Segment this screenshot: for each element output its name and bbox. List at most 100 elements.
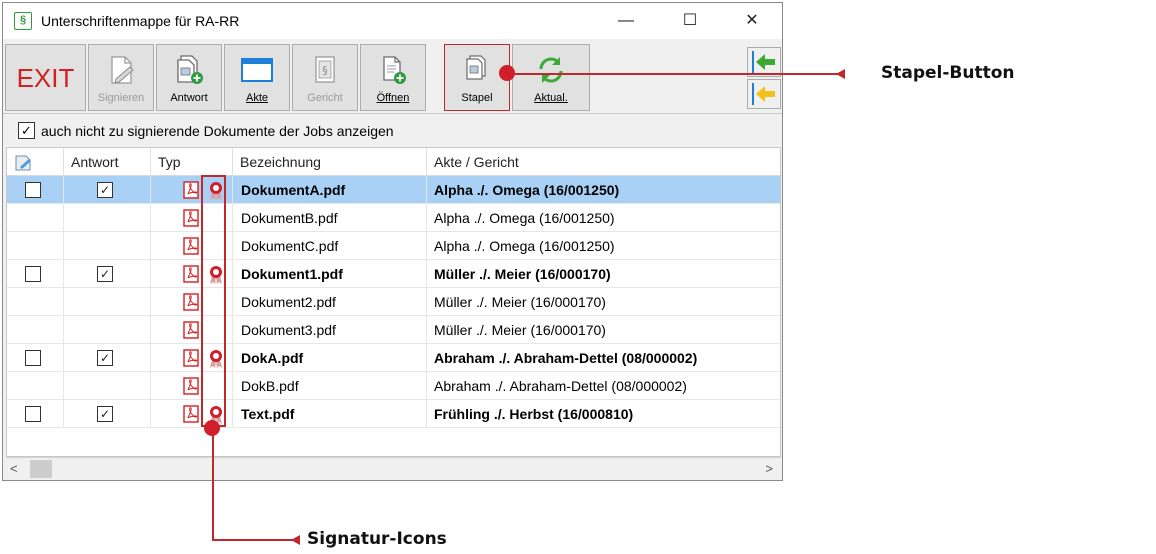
stapel-callout-line [507, 73, 842, 75]
document-name[interactable]: DokumentB.pdf [233, 204, 427, 232]
table-row[interactable]: Dokument3.pdf Müller ./. Meier (16/000170… [7, 316, 780, 344]
open-button[interactable]: Öffnen [360, 44, 426, 111]
table-header: Antwort Typ Bezeichnung Akte / Gericht [7, 148, 780, 176]
court-button-label: Gericht [307, 92, 343, 104]
case-name[interactable]: Alpha ./. Omega (16/001250) [427, 232, 780, 260]
document-name[interactable]: Dokument1.pdf [233, 260, 427, 288]
case-name[interactable]: Alpha ./. Omega (16/001250) [427, 176, 780, 204]
open-button-label: Öffnen [376, 92, 410, 104]
refresh-icon [539, 57, 563, 83]
app-paragraph-icon: § [14, 12, 32, 30]
filter-bar: ✓ auch nicht zu signierende Dokumente de… [3, 115, 782, 147]
answer-button-label: Antwort [170, 92, 208, 104]
case-name[interactable]: Müller ./. Meier (16/000170) [427, 316, 780, 344]
table-row[interactable]: ✓ Dokument1.pdf Müller ./. Meier (16/00017… [7, 260, 780, 288]
answer-checkbox[interactable]: ✓ [97, 406, 113, 422]
table-row[interactable]: ✓ Text.pdf Frühling ./. Herbst (16/000810) [7, 400, 780, 428]
case-name[interactable]: Abraham ./. Abraham-Dettel (08/000002) [427, 344, 780, 372]
document-name[interactable]: Dokument3.pdf [233, 316, 427, 344]
sign-cell [7, 344, 64, 372]
horizontal-scrollbar[interactable]: < > [6, 457, 781, 480]
answer-cell [64, 316, 151, 344]
case-name[interactable]: Müller ./. Meier (16/000170) [427, 260, 780, 288]
pdf-icon [183, 293, 199, 311]
folder-icon [241, 58, 273, 82]
table-row[interactable]: DokumentC.pdf Alpha ./. Omega (16/001250) [7, 232, 780, 260]
case-name[interactable]: Müller ./. Meier (16/000170) [427, 288, 780, 316]
table-row[interactable]: ✓ DokumentA.pdf Alpha ./. Omega (16/001250… [7, 176, 780, 204]
pdf-icon [183, 209, 199, 227]
show-all-checkbox[interactable]: ✓ [18, 122, 35, 139]
document-name[interactable]: DokA.pdf [233, 344, 427, 372]
answer-cell: ✓ [64, 344, 151, 372]
case-name[interactable]: Alpha ./. Omega (16/001250) [427, 204, 780, 232]
case-button-label: Akte [245, 92, 268, 104]
document-name[interactable]: DokumentA.pdf [233, 176, 427, 204]
scroll-right-icon[interactable]: > [765, 461, 773, 476]
column-header-case[interactable]: Akte / Gericht [427, 148, 780, 176]
court-doc-icon: § [315, 56, 335, 83]
case-button[interactable]: Akte [224, 44, 290, 111]
column-header-answer[interactable]: Antwort [64, 148, 151, 176]
refresh-button-label: Aktual. [534, 92, 568, 104]
court-button[interactable]: § Gericht [292, 44, 358, 111]
table-row[interactable]: Dokument2.pdf Müller ./. Meier (16/000170… [7, 288, 780, 316]
table-row[interactable]: DokumentB.pdf Alpha ./. Omega (16/001250) [7, 204, 780, 232]
doc-open-icon [383, 56, 406, 84]
answer-checkbox[interactable]: ✓ [97, 182, 113, 198]
answer-cell [64, 288, 151, 316]
answer-cell [64, 204, 151, 232]
table-row[interactable]: DokB.pdf Abraham ./. Abraham-Dettel (08/0… [7, 372, 780, 400]
answer-cell [64, 232, 151, 260]
signature-icons-highlight [201, 175, 226, 427]
document-name[interactable]: DokB.pdf [233, 372, 427, 400]
sign-button[interactable]: Signieren [88, 44, 154, 111]
answer-cell: ✓ [64, 400, 151, 428]
minimize-button[interactable]: — [603, 3, 649, 39]
side-panel-arrows [747, 45, 781, 109]
sign-checkbox[interactable] [25, 350, 41, 366]
exit-button[interactable]: EXIT [5, 44, 86, 111]
column-header-sign[interactable] [7, 148, 64, 176]
window-title: Unterschriftenmappe für RA-RR [41, 13, 240, 29]
sign-pen-icon [111, 56, 134, 84]
svg-text:§: § [322, 64, 328, 77]
close-button[interactable]: ✕ [729, 3, 775, 39]
table-row[interactable]: ✓ DokA.pdf Abraham ./. Abraham-Dettel (08/… [7, 344, 780, 372]
signature-callout-dot [204, 420, 220, 436]
scroll-left-icon[interactable]: < [10, 461, 18, 476]
sign-checkbox[interactable] [25, 266, 41, 282]
maximize-button[interactable]: ☐ [667, 3, 713, 39]
doc-add-icon [177, 55, 203, 84]
sign-column-icon [15, 155, 31, 171]
exit-button-label: EXIT [16, 63, 75, 93]
refresh-button[interactable]: Aktual. [512, 44, 590, 111]
sign-cell [7, 400, 64, 428]
pdf-icon [183, 265, 199, 283]
answer-cell [64, 372, 151, 400]
column-header-name[interactable]: Bezeichnung [233, 148, 427, 176]
answer-checkbox[interactable]: ✓ [97, 350, 113, 366]
answer-button[interactable]: Antwort [156, 44, 222, 111]
case-name[interactable]: Abraham ./. Abraham-Dettel (08/000002) [427, 372, 780, 400]
pdf-icon [183, 405, 199, 423]
sign-checkbox[interactable] [25, 182, 41, 198]
document-name[interactable]: DokumentC.pdf [233, 232, 427, 260]
sign-checkbox[interactable] [25, 406, 41, 422]
column-header-type[interactable]: Typ [151, 148, 233, 176]
stapel-callout-dot [499, 65, 515, 81]
stapel-callout-label: Stapel-Button [881, 63, 1015, 83]
answer-checkbox[interactable]: ✓ [97, 266, 113, 282]
pdf-icon [183, 181, 199, 199]
signature-callout-arrow [291, 535, 300, 545]
answer-cell: ✓ [64, 260, 151, 288]
toolbar: EXIT Signieren Antwort Akte § Gericht Öf… [3, 41, 782, 114]
document-name[interactable]: Text.pdf [233, 400, 427, 428]
expand-panel-button[interactable] [747, 79, 781, 109]
scroll-thumb[interactable] [30, 460, 52, 478]
title-bar: § Unterschriftenmappe für RA-RR — ☐ ✕ [3, 3, 782, 39]
case-name[interactable]: Frühling ./. Herbst (16/000810) [427, 400, 780, 428]
pdf-icon [183, 377, 199, 395]
document-name[interactable]: Dokument2.pdf [233, 288, 427, 316]
stapel-button-label: Stapel [461, 92, 493, 104]
